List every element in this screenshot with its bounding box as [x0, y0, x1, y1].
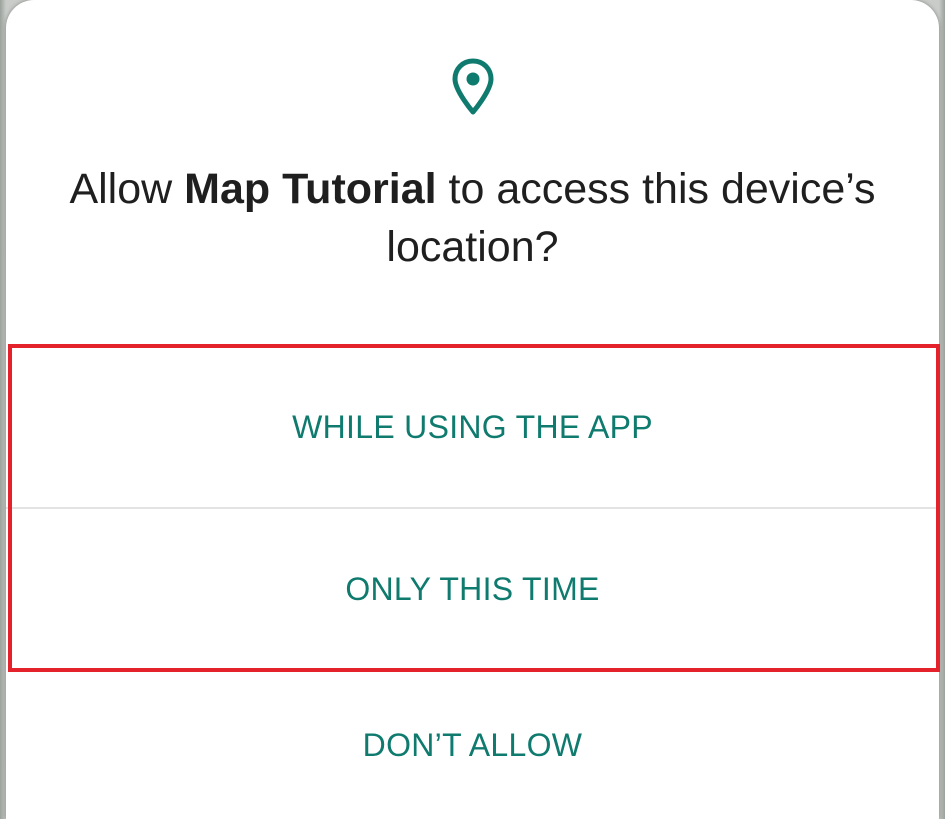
only-this-time-button[interactable]: ONLY THIS TIME [6, 509, 939, 669]
while-using-app-button[interactable]: WHILE USING THE APP [6, 346, 939, 508]
dont-allow-button[interactable]: DON’T ALLOW [6, 672, 939, 819]
only-this-time-label: ONLY THIS TIME [345, 570, 600, 607]
permission-dialog: Allow Map Tutorial to access this device… [6, 0, 939, 819]
dialog-title: Allow Map Tutorial to access this device… [46, 160, 899, 276]
title-suffix: to access this device’s location? [386, 165, 876, 271]
location-pin-icon [452, 58, 493, 115]
while-using-app-label: WHILE USING THE APP [292, 408, 653, 445]
icon-container [6, 58, 939, 118]
title-prefix: Allow [69, 165, 185, 213]
app-name: Map Tutorial [184, 165, 437, 213]
dont-allow-label: DON’T ALLOW [362, 727, 583, 763]
